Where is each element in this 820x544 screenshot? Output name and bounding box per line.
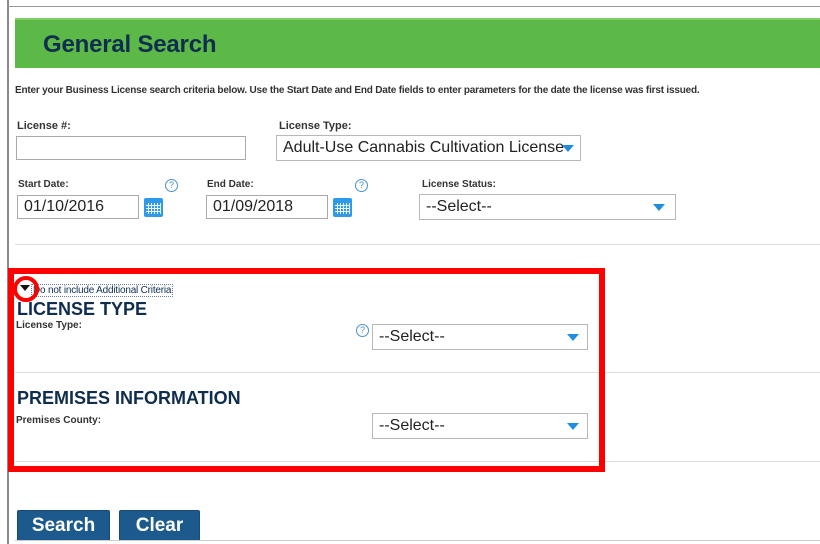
intro-text: Enter your Business License search crite… [15, 85, 700, 96]
help-icon[interactable]: ? [355, 179, 368, 192]
license-number-input[interactable] [16, 136, 246, 160]
highlight-circle-annotation [13, 276, 39, 302]
start-date-label: Start Date: [18, 179, 69, 190]
clear-button[interactable]: Clear [119, 510, 200, 541]
chevron-down-icon [562, 145, 574, 152]
section-divider [15, 244, 820, 245]
window-frame-top [7, 6, 820, 7]
bottom-divider [15, 540, 820, 541]
chevron-down-icon [653, 204, 665, 211]
page-title: General Search [43, 31, 217, 58]
end-date-input[interactable]: 01/09/2018 [206, 195, 328, 219]
calendar-icon[interactable] [144, 198, 163, 217]
license-type-label: License Type: [279, 120, 352, 132]
license-status-value: --Select-- [426, 198, 492, 215]
help-icon[interactable]: ? [165, 179, 178, 192]
license-number-label: License #: [17, 120, 71, 132]
license-type-value: Adult-Use Cannabis Cultivation License [283, 139, 565, 156]
highlight-box-annotation [8, 268, 605, 472]
search-button[interactable]: Search [17, 510, 110, 541]
license-status-label: License Status: [422, 179, 496, 190]
license-status-select[interactable]: --Select-- [419, 194, 676, 220]
start-date-input[interactable]: 01/10/2016 [17, 195, 139, 219]
page-header: General Search [15, 18, 820, 68]
license-type-select[interactable]: Adult-Use Cannabis Cultivation License [276, 135, 581, 161]
end-date-label: End Date: [207, 179, 254, 190]
calendar-icon[interactable] [333, 198, 352, 217]
